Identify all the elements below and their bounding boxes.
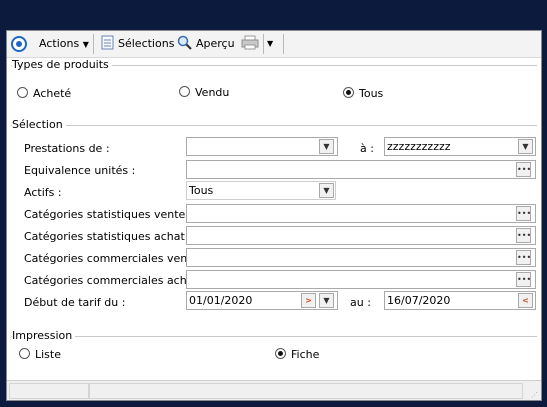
selections-label: Sélections (118, 37, 175, 50)
double-chevron-down-icon[interactable]: ▼ (518, 139, 533, 154)
select-value: Tous (189, 184, 214, 197)
actifs-select[interactable]: Tous (186, 181, 336, 200)
equivalence-field[interactable] (186, 160, 536, 179)
field-value: 16/07/2020 (387, 294, 451, 307)
status-bar: ⋰ (7, 380, 541, 400)
print-dropdown-chevron-icon[interactable]: ▼ (267, 35, 273, 53)
cat-stat-vente-field[interactable] (186, 204, 536, 223)
radio-indicator (19, 348, 30, 359)
radio-indicator (179, 86, 190, 97)
toolbar-separator (263, 34, 264, 54)
printer-icon (241, 35, 259, 56)
print-button[interactable] (241, 35, 259, 53)
radio-fiche[interactable]: Fiche (275, 348, 319, 362)
group-divider (11, 125, 537, 126)
ellipsis-icon[interactable]: ••• (516, 206, 531, 221)
radio-indicator (17, 87, 28, 98)
radio-label: Acheté (33, 87, 72, 100)
radio-liste[interactable]: Liste (19, 348, 61, 362)
ellipsis-icon[interactable]: ••• (516, 272, 531, 287)
prestations-from-field[interactable] (186, 137, 338, 156)
group-divider (11, 336, 537, 337)
radio-tous[interactable]: Tous (343, 87, 383, 101)
document-icon (101, 35, 114, 56)
impression-title: Impression (12, 329, 76, 342)
cat-stat-vente-label: Catégories statistiques vente : (24, 208, 193, 221)
app-target-icon[interactable] (11, 35, 27, 53)
actifs-label: Actifs : (24, 186, 62, 199)
ellipsis-icon[interactable]: ••• (516, 228, 531, 243)
radio-vendu[interactable]: Vendu (179, 86, 229, 100)
cat-comm-achat-label: Catégories commerciales achat : (24, 274, 205, 287)
selection-dialog: Actions ▼ Sélections Aperçu ▼ Types de p… (6, 30, 542, 401)
cat-comm-achat-field[interactable] (186, 270, 536, 289)
field-value: 01/01/2020 (189, 294, 253, 307)
radio-achete[interactable]: Acheté (17, 87, 71, 101)
toolbar-separator (283, 34, 284, 54)
preview-button[interactable]: Aperçu (177, 35, 235, 53)
status-cell (9, 383, 89, 399)
prestations-to-field[interactable]: zzzzzzzzzzz (384, 137, 536, 156)
prestations-label: Prestations de : (24, 142, 110, 155)
to-label: à : (360, 142, 374, 155)
double-chevron-down-icon[interactable]: ▼ (319, 139, 334, 154)
au-label: au : (350, 296, 371, 309)
field-value: zzzzzzzzzzz (387, 140, 451, 153)
selection-title: Sélection (12, 118, 66, 131)
resize-grip-icon[interactable]: ⋰ (531, 392, 538, 399)
radio-label: Liste (35, 348, 61, 361)
chevron-down-icon[interactable]: ▼ (319, 183, 334, 198)
chevron-down-icon: ▼ (82, 40, 89, 49)
tarif-to-field[interactable]: 16/07/2020 (384, 291, 536, 310)
radio-label: Tous (359, 87, 384, 100)
toolbar: Actions ▼ Sélections Aperçu ▼ (7, 31, 541, 58)
cat-comm-vente-label: Catégories commerciales vente : (24, 252, 206, 265)
cat-stat-achat-field[interactable] (186, 226, 536, 245)
date-next-icon[interactable]: > (301, 293, 316, 308)
date-prev-icon[interactable]: < (518, 293, 533, 308)
toolbar-separator (93, 34, 94, 54)
chevron-down-icon[interactable]: ▼ (319, 293, 334, 308)
cat-comm-vente-field[interactable] (186, 248, 536, 267)
radio-label: Vendu (195, 86, 230, 99)
radio-indicator (275, 348, 286, 359)
preview-label: Aperçu (196, 37, 235, 50)
ellipsis-icon[interactable]: ••• (516, 250, 531, 265)
magnifier-icon (177, 35, 192, 56)
tarif-label: Début de tarif du : (24, 296, 126, 309)
status-cell (89, 383, 523, 399)
radio-label: Fiche (291, 348, 320, 361)
radio-indicator (343, 87, 354, 98)
product-types-title: Types de produits (12, 58, 112, 71)
ellipsis-icon[interactable]: ••• (516, 162, 531, 177)
equivalence-label: Equivalence unités : (24, 164, 136, 177)
actions-menu-button[interactable]: Actions ▼ (39, 35, 89, 53)
cat-stat-achat-label: Catégories statistiques achat : (24, 230, 193, 243)
actions-label: Actions (39, 37, 80, 50)
selections-button[interactable]: Sélections (101, 35, 174, 53)
